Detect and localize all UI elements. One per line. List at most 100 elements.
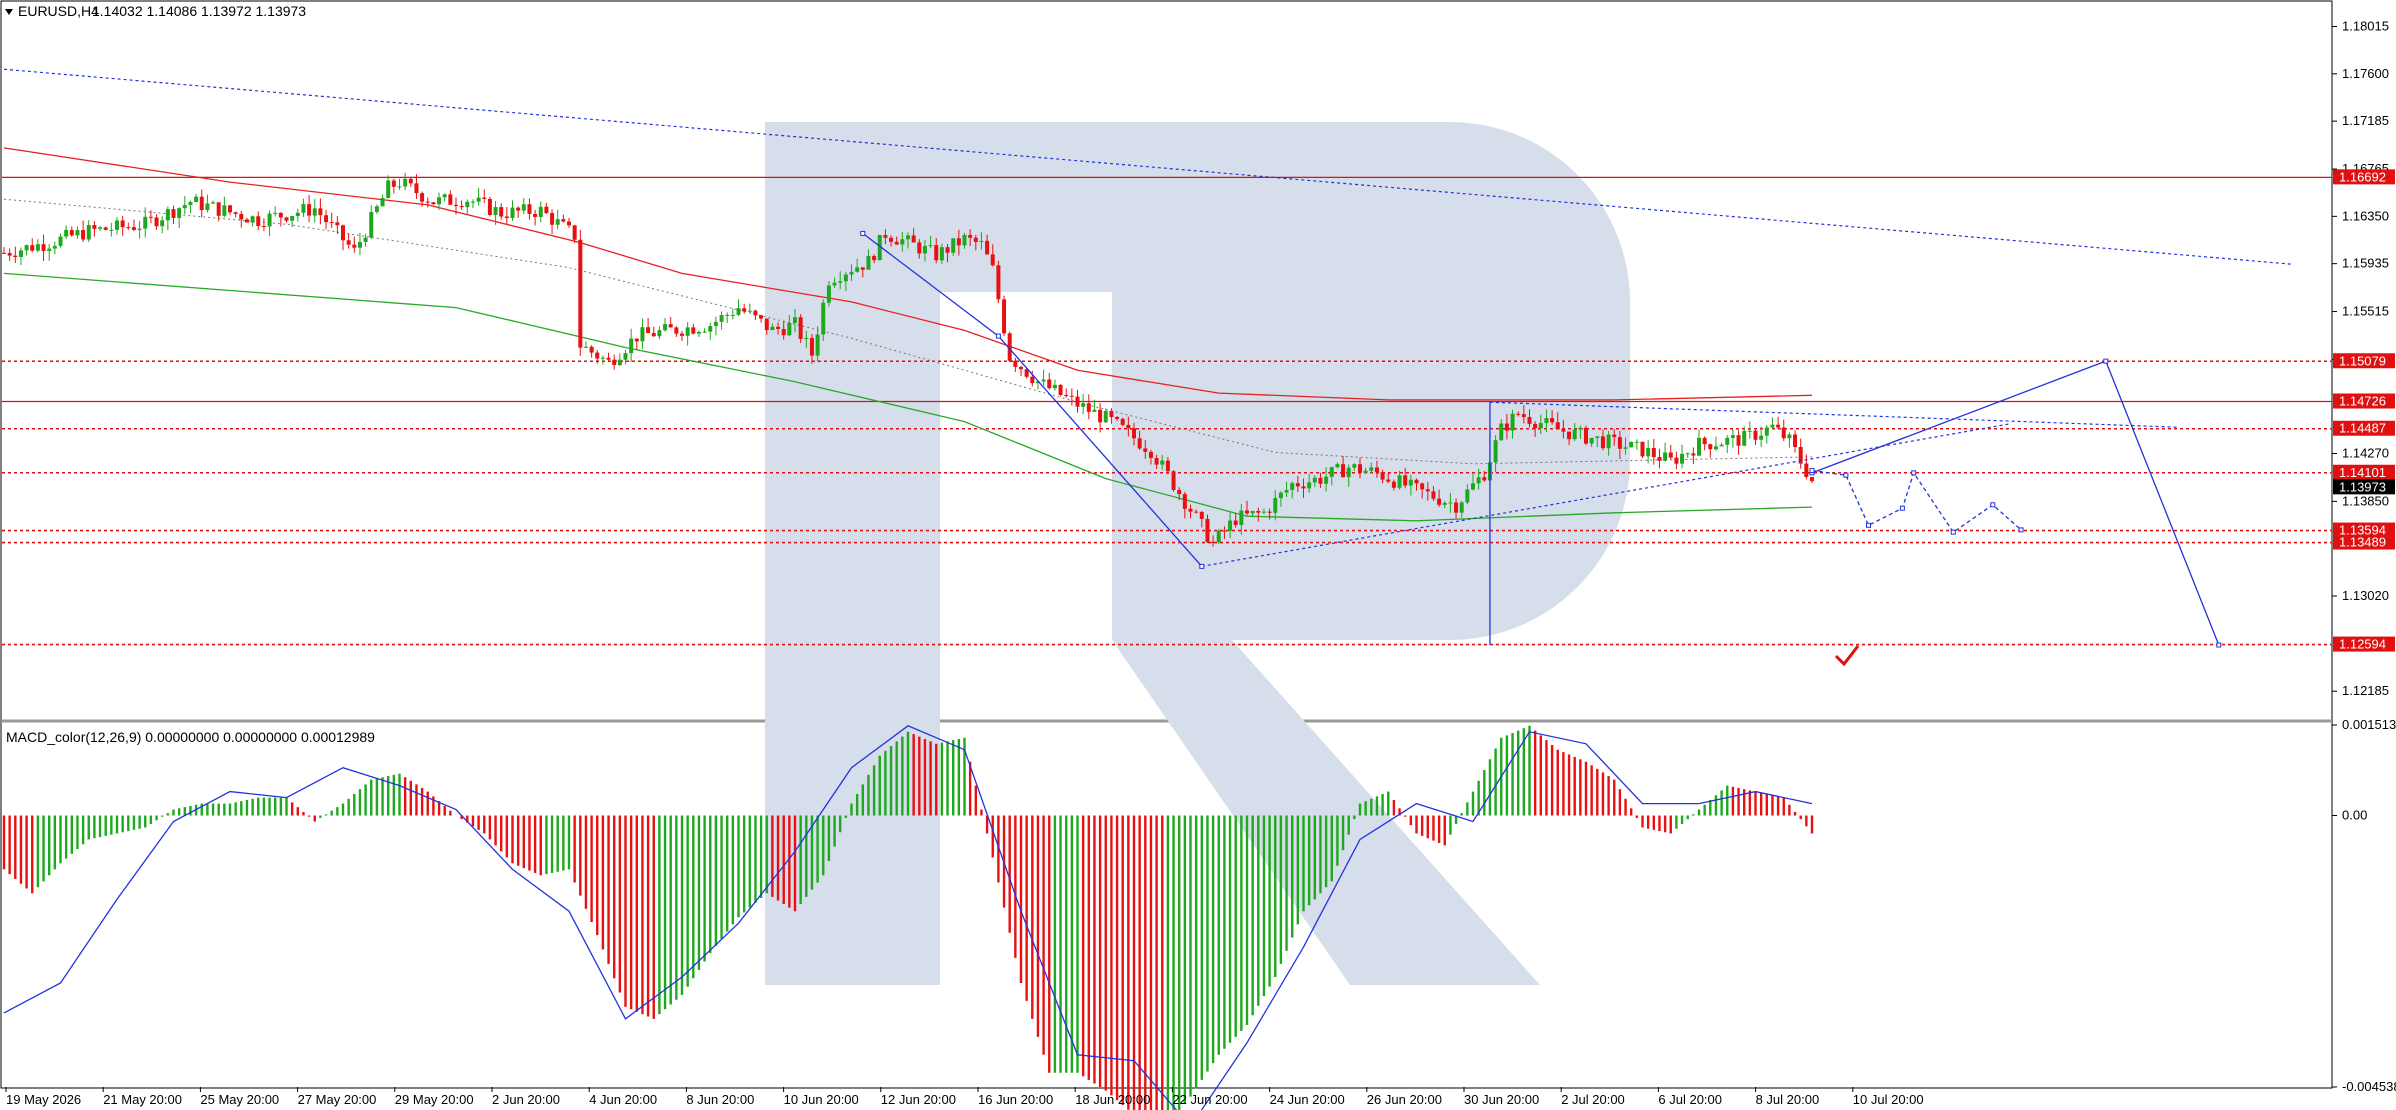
bear-candle (1132, 428, 1136, 439)
bear-candle (1211, 541, 1216, 543)
bear-candle (335, 222, 340, 226)
price-tick-label: 1.15515 (2342, 304, 2389, 319)
bear-candle (1403, 475, 1408, 486)
bear-candle (352, 244, 357, 248)
bear-candle (567, 221, 571, 226)
bear-candle (425, 201, 430, 203)
price-level-tag: 1.15079 (2339, 353, 2386, 368)
bear-candle (1617, 437, 1622, 449)
macd-tick-label: 0.0015135 (2342, 717, 2396, 732)
time-tick-label: 21 May 20:00 (103, 1092, 182, 1107)
time-tick-label: 22 Jun 20:00 (1172, 1092, 1247, 1107)
bear-candle (1425, 489, 1430, 492)
ohlc-values: 1.14032 1.14086 1.13972 1.13973 (92, 3, 306, 19)
bear-candle (228, 205, 232, 213)
bear-candle (318, 208, 323, 216)
price-axis: 1.180151.176001.171851.167651.163501.159… (2332, 19, 2396, 1094)
bull-candle (1273, 498, 1278, 513)
bull-candle (793, 317, 797, 323)
time-tick-label: 16 Jun 20:00 (978, 1092, 1053, 1107)
bear-candle (1753, 430, 1758, 440)
bull-candle (437, 197, 442, 205)
bull-candle (770, 326, 775, 331)
bull-candle (1278, 492, 1283, 499)
bear-candle (544, 206, 549, 214)
bull-candle (1713, 446, 1718, 450)
bear-candle (945, 247, 950, 253)
bull-candle (1459, 502, 1464, 513)
bear-candle (781, 328, 786, 336)
bear-candle (2, 252, 6, 254)
bear-candle (1527, 417, 1532, 424)
bear-candle (487, 198, 492, 215)
bull-candle (267, 213, 272, 227)
bear-candle (1069, 395, 1074, 397)
bull-candle (1770, 424, 1775, 428)
bull-candle (205, 203, 210, 211)
bull-candle (1572, 429, 1577, 440)
bear-candle (1420, 483, 1425, 490)
bear-candle (759, 315, 764, 319)
dropdown-triangle-icon[interactable] (5, 9, 13, 15)
bull-candle (629, 338, 634, 354)
bull-candle (380, 198, 385, 207)
bear-candle (764, 318, 769, 331)
bear-candle (1482, 477, 1487, 481)
bear-candle (1776, 424, 1781, 428)
bull-candle (1471, 483, 1475, 490)
bear-candle (1030, 376, 1035, 384)
bear-candle (103, 227, 108, 230)
bull-candle (951, 238, 956, 253)
bull-candle (295, 212, 300, 217)
bull-candle (109, 229, 114, 231)
bull-candle (600, 357, 605, 359)
bull-candle (250, 216, 255, 223)
forecast-node (1199, 563, 1205, 569)
bull-candle (521, 204, 526, 211)
bull-candle (1408, 479, 1413, 486)
bear-candle (278, 212, 283, 218)
bear-candle (1098, 409, 1103, 423)
bear-candle (1431, 491, 1436, 499)
bull-candle (211, 202, 216, 204)
bear-candle (1793, 434, 1798, 448)
forecast-node (1899, 505, 1905, 511)
bear-candle (1182, 494, 1187, 509)
bear-candle (1064, 394, 1069, 396)
bear-candle (126, 227, 131, 229)
bear-candle (154, 217, 159, 227)
bull-candle (369, 211, 374, 238)
bull-candle (826, 285, 831, 303)
bull-candle (1216, 530, 1221, 543)
bull-candle (1606, 434, 1611, 449)
bear-candle (391, 180, 396, 187)
bull-candle (137, 228, 142, 230)
bear-candle (92, 225, 97, 229)
bull-candle (143, 216, 148, 229)
time-tick-label: 24 Jun 20:00 (1270, 1092, 1345, 1107)
bear-candle (1245, 510, 1249, 514)
bear-candle (1533, 423, 1538, 429)
checkmark-icon (1834, 645, 1860, 667)
bear-candle (894, 241, 899, 245)
price-tick-label: 1.13020 (2342, 588, 2389, 603)
bear-candle (1143, 448, 1148, 452)
price-level-tag: 1.16692 (2339, 169, 2386, 184)
bear-candle (985, 240, 990, 255)
bear-candle (1002, 299, 1007, 334)
bull-candle (538, 206, 543, 217)
time-tick-label: 10 Jul 20:00 (1853, 1092, 1924, 1107)
bull-candle (1103, 410, 1108, 423)
bull-candle (493, 207, 498, 215)
bear-candle (7, 252, 12, 256)
bear-candle (934, 245, 939, 261)
forecast-node (1990, 502, 1996, 508)
bull-candle (663, 324, 668, 331)
bear-candle (41, 244, 46, 252)
macd-indicator-label: MACD_color(12,26,9) 0.00000000 0.0000000… (6, 729, 375, 745)
time-tick-label: 10 Jun 20:00 (784, 1092, 859, 1107)
bear-candle (1199, 511, 1204, 519)
price-tick-label: 1.18015 (2342, 19, 2389, 34)
bull-candle (312, 208, 317, 216)
price-tick-label: 1.17185 (2342, 113, 2389, 128)
